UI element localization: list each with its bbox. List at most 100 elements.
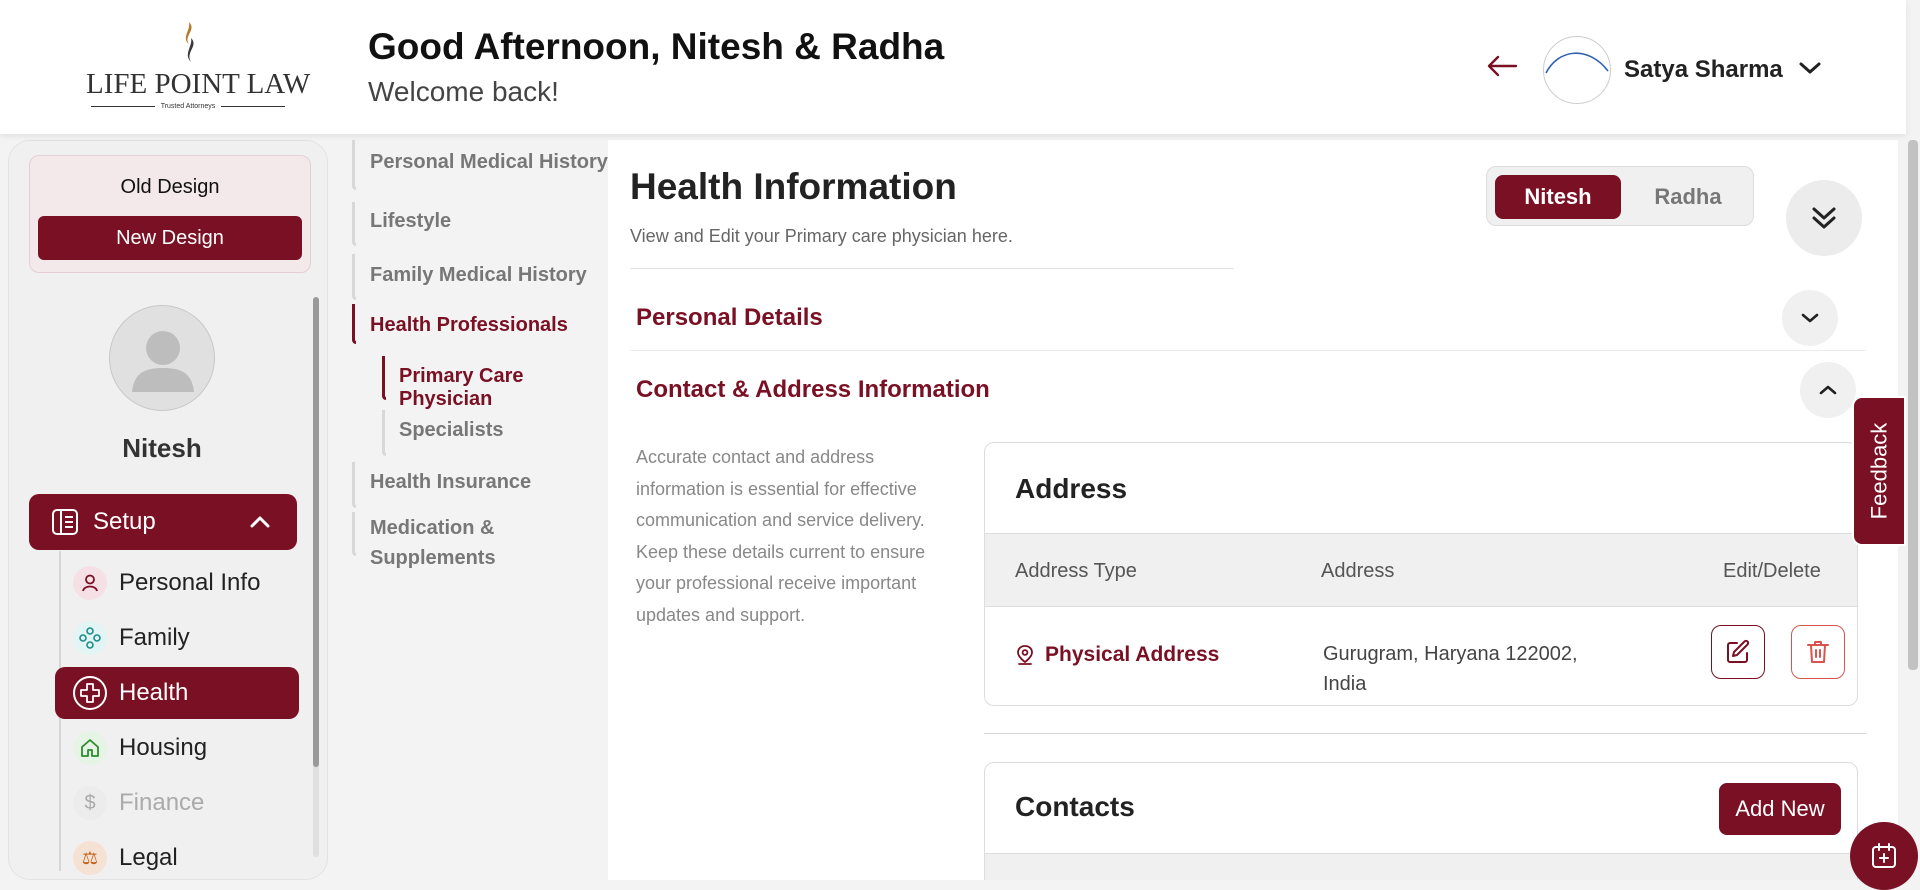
design-toggle: Old Design New Design [29, 155, 311, 273]
nav-item-label: Personal Info [119, 569, 261, 596]
nav-item-family[interactable]: Family [55, 612, 299, 664]
section-health-insurance[interactable]: Health Insurance [370, 471, 531, 494]
logo-tagline: Trusted Attorneys [86, 103, 290, 110]
contacts-table-header [985, 853, 1857, 880]
nav-item-label: Finance [119, 789, 205, 816]
avatar-arc-icon [1545, 52, 1609, 74]
section-family-medical-history[interactable]: Family Medical History [370, 264, 587, 287]
trash-icon [1807, 641, 1829, 663]
section-nav-connector [382, 410, 386, 456]
contact-address-heading[interactable]: Contact & Address Information [636, 376, 990, 404]
section-nav-connector [352, 254, 356, 300]
chevron-up-icon [250, 516, 270, 528]
setup-menu-button[interactable]: Setup [29, 494, 297, 550]
setup-nav-list: Personal Info Family Health Housing $ Fi… [55, 557, 299, 879]
main-content: Health Information View and Edit your Pr… [608, 140, 1898, 880]
contacts-card-title: Contacts [1015, 791, 1135, 822]
legal-icon: ⚖ [73, 841, 107, 875]
back-arrow-icon[interactable] [1486, 54, 1518, 78]
nav-item-housing[interactable]: Housing [55, 722, 299, 774]
profile-avatar [109, 305, 215, 411]
title-divider [630, 268, 1234, 269]
collapse-all-button[interactable] [1786, 180, 1862, 256]
logo-flame-icon [185, 22, 194, 62]
address-card: Address Address Type Address Edit/Delete… [984, 442, 1858, 706]
delete-address-button[interactable] [1791, 625, 1845, 679]
family-icon [73, 621, 107, 655]
section-nav-connector [352, 512, 356, 556]
section-nav-connector-active [382, 356, 386, 400]
section-lifestyle[interactable]: Lifestyle [370, 210, 451, 233]
profile-name: Nitesh [122, 433, 202, 463]
column-header-address: Address [1321, 560, 1395, 582]
old-design-button[interactable]: Old Design [30, 176, 310, 199]
address-value: Gurugram, Haryana 122002, India [1323, 643, 1578, 695]
sidebar-scrollbar-thumb[interactable] [313, 297, 319, 767]
section-primary-care-physician[interactable]: Primary Care Physician [399, 365, 610, 411]
add-new-contact-button[interactable]: Add New [1719, 783, 1841, 835]
nav-item-label: Family [119, 624, 190, 651]
chevron-down-icon[interactable] [1798, 60, 1822, 76]
address-type-cell: Physical Address [1015, 643, 1219, 667]
card-separator [984, 733, 1866, 734]
section-medication-supplements[interactable]: Medication & Supplements [370, 513, 540, 573]
nav-item-label: Housing [119, 734, 208, 761]
edit-address-button[interactable] [1711, 625, 1765, 679]
section-nav-connector [352, 202, 356, 246]
person-toggle: Nitesh Radha [1486, 166, 1754, 226]
edit-pencil-icon [1727, 639, 1750, 663]
nav-item-label: Legal [119, 844, 178, 871]
nav-item-legal[interactable]: ⚖ Legal [55, 832, 299, 879]
logo-text: LIFE POINT LAW [86, 68, 311, 100]
chevron-down-icon [1801, 313, 1819, 323]
person-tab-radha[interactable]: Radha [1625, 175, 1751, 219]
person-placeholder-icon [132, 331, 194, 392]
section-nav: Personal Medical History Lifestyle Famil… [340, 140, 610, 880]
nav-item-finance[interactable]: $ Finance [55, 777, 299, 829]
setup-book-icon [52, 509, 78, 535]
user-name[interactable]: Satya Sharma [1624, 56, 1783, 84]
left-sidebar: Old Design New Design Nitesh Setup Perso… [8, 140, 328, 880]
calendar-add-button[interactable] [1850, 822, 1918, 890]
greeting-heading: Good Afternoon, Nitesh & Radha [368, 26, 945, 67]
house-icon [73, 731, 107, 765]
person-icon [73, 566, 107, 600]
nav-item-health[interactable]: Health [55, 667, 299, 719]
nav-item-personal-info[interactable]: Personal Info [55, 557, 299, 609]
user-avatar[interactable] [1543, 36, 1611, 104]
new-design-button[interactable]: New Design [38, 216, 302, 260]
chevron-up-icon [1819, 385, 1837, 395]
column-header-edit-delete: Edit/Delete [1723, 560, 1821, 582]
page-scrollbar-thumb[interactable] [1908, 140, 1918, 670]
person-tab-nitesh[interactable]: Nitesh [1495, 175, 1621, 219]
contacts-card: Contacts Add New [984, 762, 1858, 880]
address-table-header: Address Type Address Edit/Delete [985, 533, 1857, 607]
welcome-text: Welcome back! [368, 76, 559, 107]
feedback-tab[interactable]: Feedback [1852, 396, 1906, 546]
section-personal-medical-history[interactable]: Personal Medical History [370, 151, 608, 174]
contact-description: Accurate contact and address information… [636, 447, 926, 625]
nav-item-label: Health [119, 679, 189, 706]
section-nav-connector [352, 140, 356, 190]
personal-details-heading[interactable]: Personal Details [636, 304, 823, 332]
setup-label: Setup [93, 508, 156, 535]
location-pin-icon [1017, 645, 1033, 665]
top-header: LIFE POINT LAW Trusted Attorneys Good Af… [0, 0, 1906, 134]
personal-details-toggle[interactable] [1782, 290, 1838, 346]
double-chevron-down-icon [1812, 207, 1836, 229]
address-card-title: Address [1015, 473, 1128, 504]
accordion-divider [630, 350, 1866, 351]
section-nav-connector-active [352, 304, 356, 344]
page-subtitle: View and Edit your Primary care physicia… [630, 226, 1013, 246]
page-title: Health Information [630, 166, 957, 207]
health-cross-icon [73, 676, 107, 710]
dollar-icon: $ [73, 786, 107, 820]
section-health-professionals[interactable]: Health Professionals [370, 314, 568, 337]
section-specialists[interactable]: Specialists [399, 419, 504, 442]
section-nav-connector [352, 462, 356, 508]
column-header-address-type: Address Type [1015, 560, 1137, 582]
life-point-law-logo[interactable]: LIFE POINT LAW Trusted Attorneys [86, 20, 311, 110]
calendar-plus-icon [1872, 843, 1896, 868]
contact-address-toggle[interactable] [1800, 362, 1856, 418]
address-type-label: Physical Address [1045, 643, 1220, 666]
